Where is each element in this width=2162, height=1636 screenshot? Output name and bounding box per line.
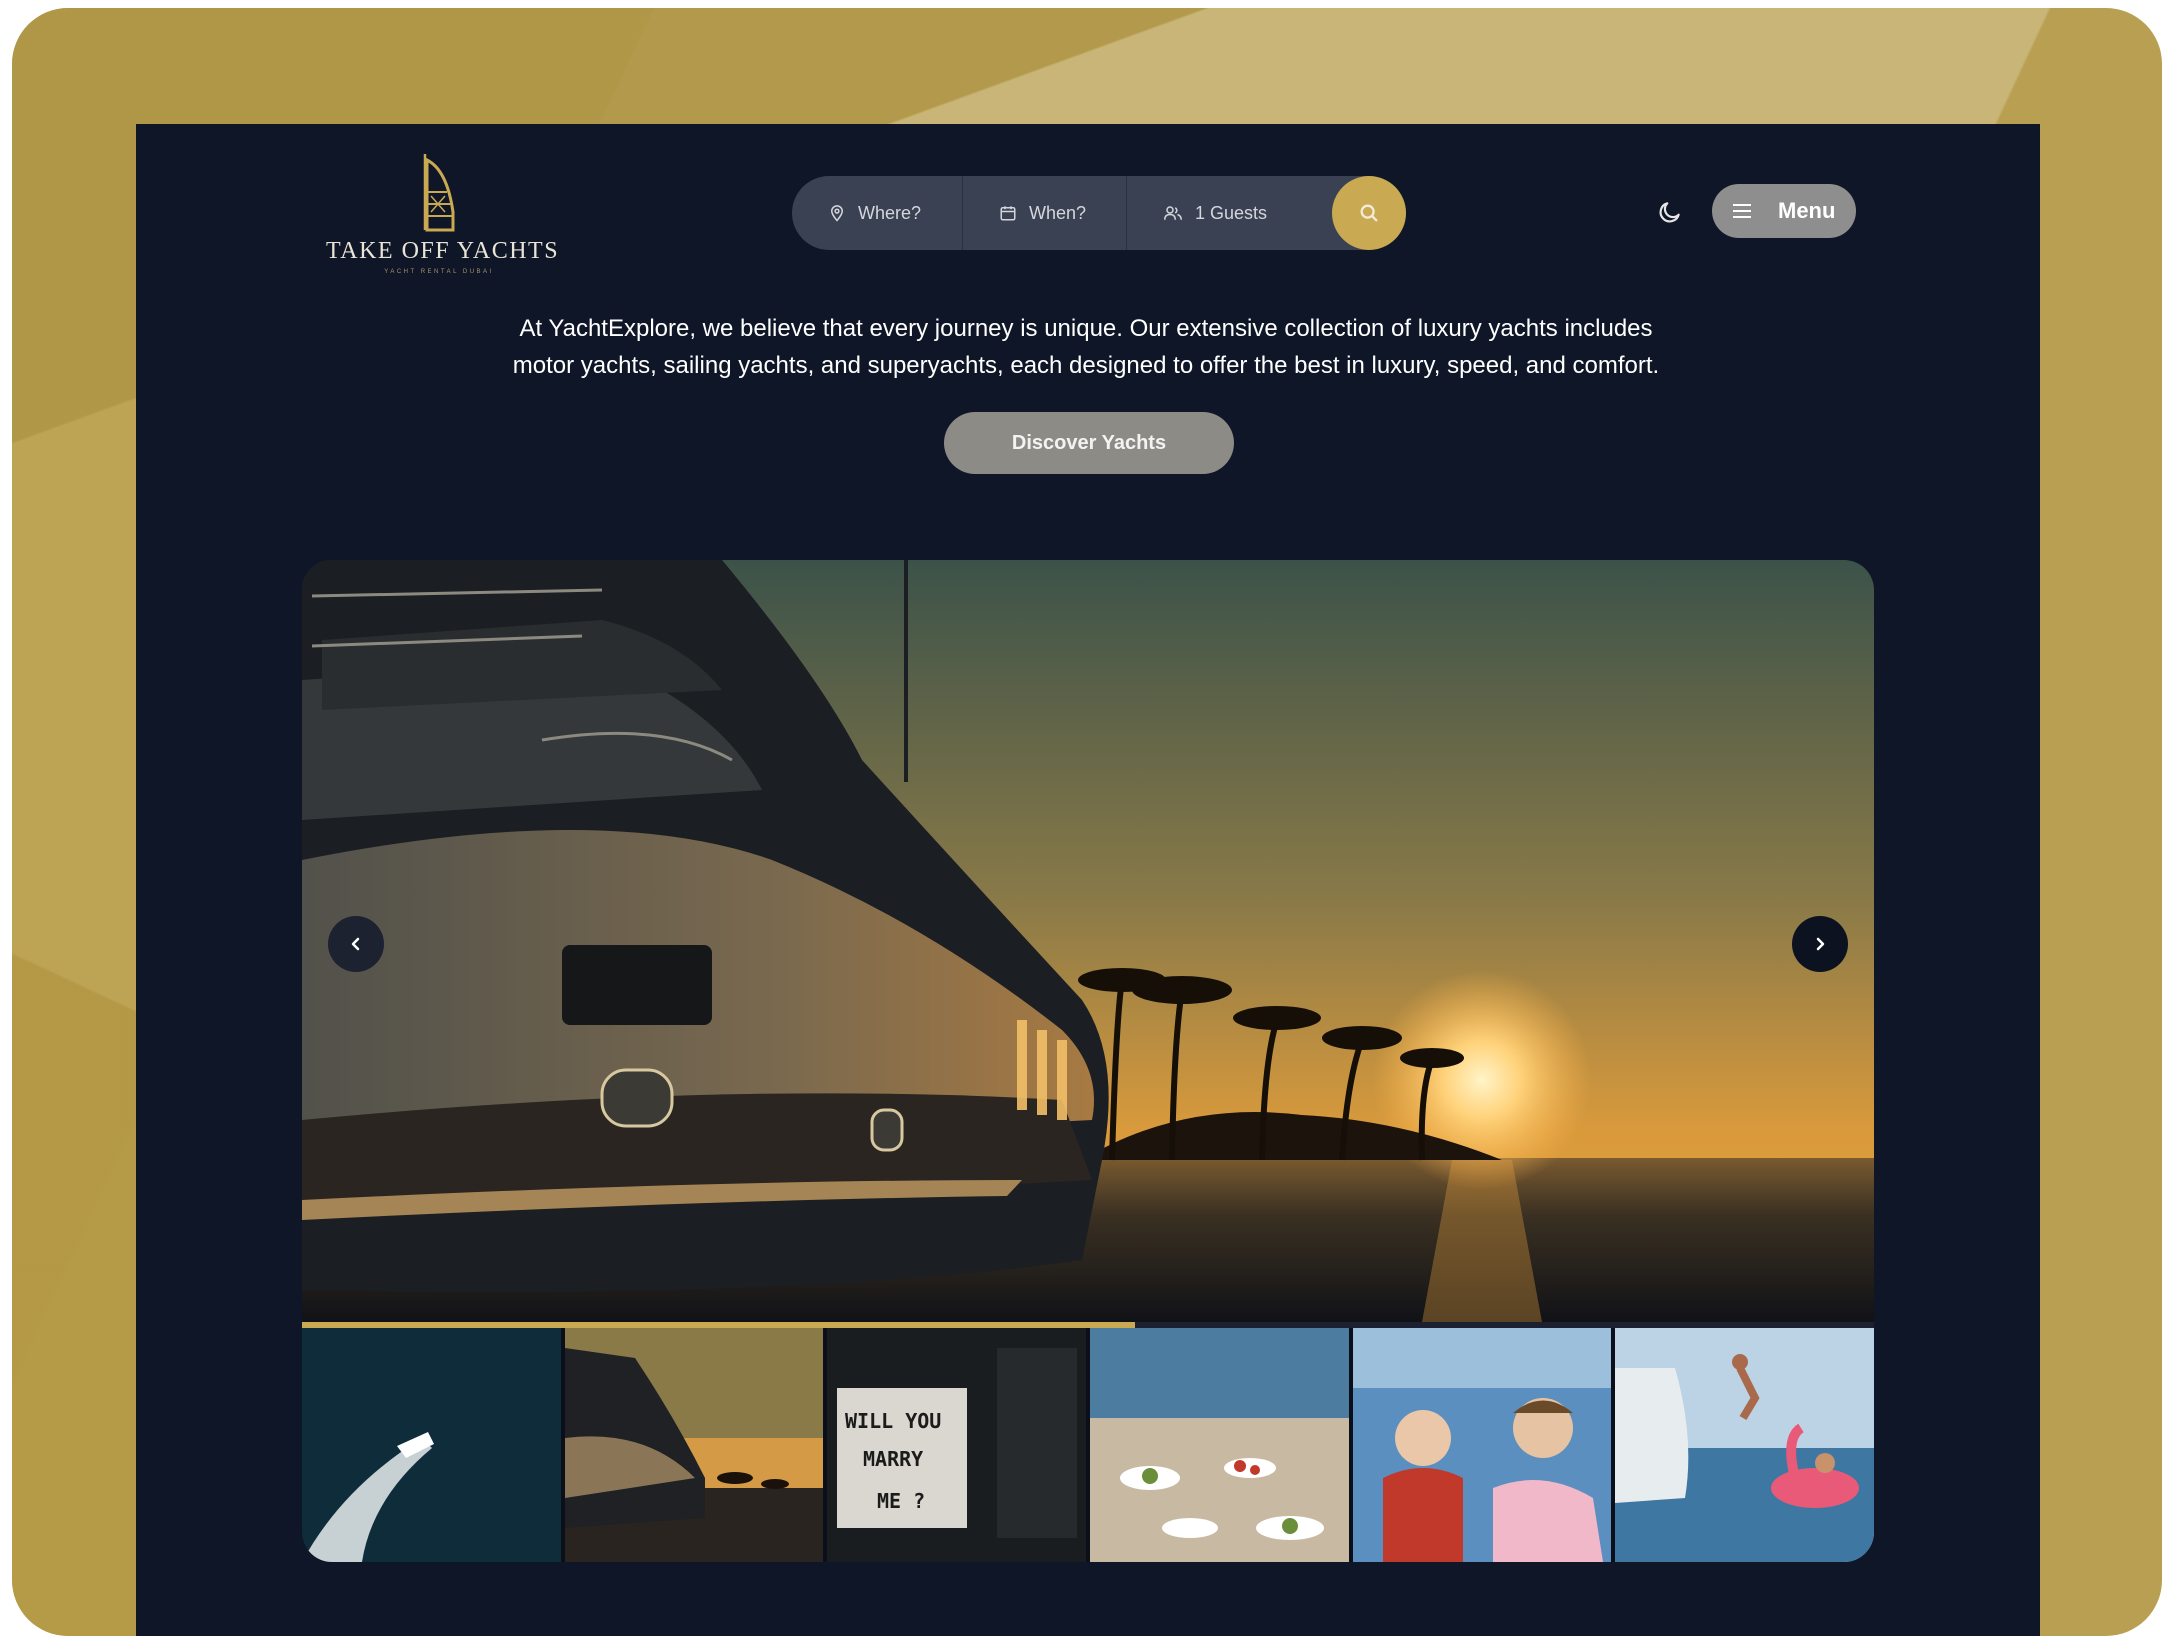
calendar-icon: [1000, 206, 1016, 221]
thumbnail-marry-me[interactable]: WILL YOU MARRY ME ?: [827, 1328, 1087, 1562]
intro-line-2: motor yachts, sailing yachts, and supery…: [512, 352, 1660, 379]
where-field[interactable]: Where?: [792, 176, 962, 250]
hamburger-icon: [1733, 204, 1751, 218]
brand-name: TAKE OFF YACHTS: [326, 238, 560, 264]
guests-field[interactable]: 1 Guests: [1126, 176, 1326, 250]
brand-tagline: YACHT RENTAL DUBAI: [384, 269, 494, 275]
thumbnail-speedboat[interactable]: [302, 1328, 561, 1562]
thumbnail-strip: WILL YOU MARRY ME ?: [302, 1328, 1874, 1562]
logo-tower-icon: [423, 154, 455, 232]
theme-toggle[interactable]: [1654, 196, 1686, 228]
website-canvas: TAKE OFF YACHTS YACHT RENTAL DUBAI Where…: [136, 124, 2040, 1636]
guests-label: 1 Guests: [1195, 202, 1268, 223]
guests-icon: [1164, 206, 1182, 220]
thumbnail-yacht-sunset[interactable]: [564, 1328, 824, 1562]
search-icon: [1360, 204, 1378, 222]
search-bar: Where? When? 1 Guests: [792, 176, 1406, 250]
slider-next-button[interactable]: [1792, 916, 1848, 972]
intro-line-1: At YachtExplore, we believe that every j…: [519, 315, 1653, 342]
intro-text: At YachtExplore, we believe that every j…: [406, 310, 1766, 384]
discover-yachts-button[interactable]: Discover Yachts: [944, 412, 1234, 474]
menu-button[interactable]: Menu: [1712, 184, 1856, 238]
moon-icon: [1659, 202, 1680, 223]
marry-me-line-2: MARRY: [863, 1447, 923, 1471]
hero-slider: WILL YOU MARRY ME ?: [302, 560, 1874, 1562]
marry-me-line-3: ME ?: [877, 1489, 925, 1513]
chevron-right-icon: [1816, 937, 1825, 951]
slider-prev-button[interactable]: [328, 916, 384, 972]
menu-label: Menu: [1778, 198, 1836, 223]
when-field[interactable]: When?: [962, 176, 1126, 250]
thumbnail-kids-boat[interactable]: [1352, 1328, 1612, 1562]
thumbnail-flamingo[interactable]: [1615, 1328, 1874, 1562]
when-label: When?: [1029, 202, 1087, 223]
search-button[interactable]: [1332, 176, 1406, 250]
hero-image-yacht-sunset: [302, 560, 1874, 1322]
thumbnail-dining[interactable]: [1090, 1328, 1349, 1562]
map-pin-icon: [830, 205, 844, 222]
chevron-left-icon: [351, 937, 360, 951]
brand-logo[interactable]: TAKE OFF YACHTS YACHT RENTAL DUBAI: [326, 152, 560, 302]
where-label: Where?: [858, 202, 922, 223]
marry-me-line-1: WILL YOU: [845, 1409, 941, 1433]
